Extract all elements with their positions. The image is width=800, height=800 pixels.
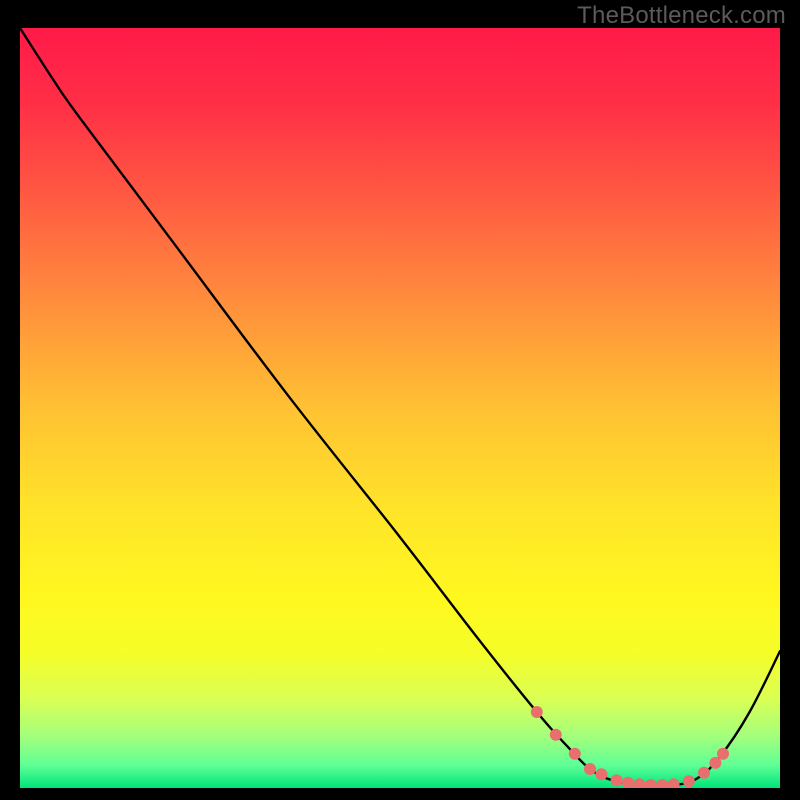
highlight-dot (656, 779, 668, 791)
bottleneck-chart (0, 0, 800, 800)
highlight-dot (550, 729, 562, 741)
highlight-dot (611, 774, 623, 786)
highlight-dot (584, 763, 596, 775)
watermark-text: TheBottleneck.com (577, 2, 786, 30)
highlight-dot (622, 777, 634, 789)
highlight-dot (683, 775, 695, 787)
highlight-dot (595, 768, 607, 780)
highlight-dot (633, 778, 645, 790)
highlight-dot (569, 748, 581, 760)
highlight-dot (668, 778, 680, 790)
highlight-dot (531, 706, 543, 718)
highlight-dot (645, 779, 657, 791)
highlight-dot (698, 767, 710, 779)
highlight-dot (717, 748, 729, 760)
chart-frame: TheBottleneck.com (0, 0, 800, 800)
plot-background (20, 28, 780, 788)
